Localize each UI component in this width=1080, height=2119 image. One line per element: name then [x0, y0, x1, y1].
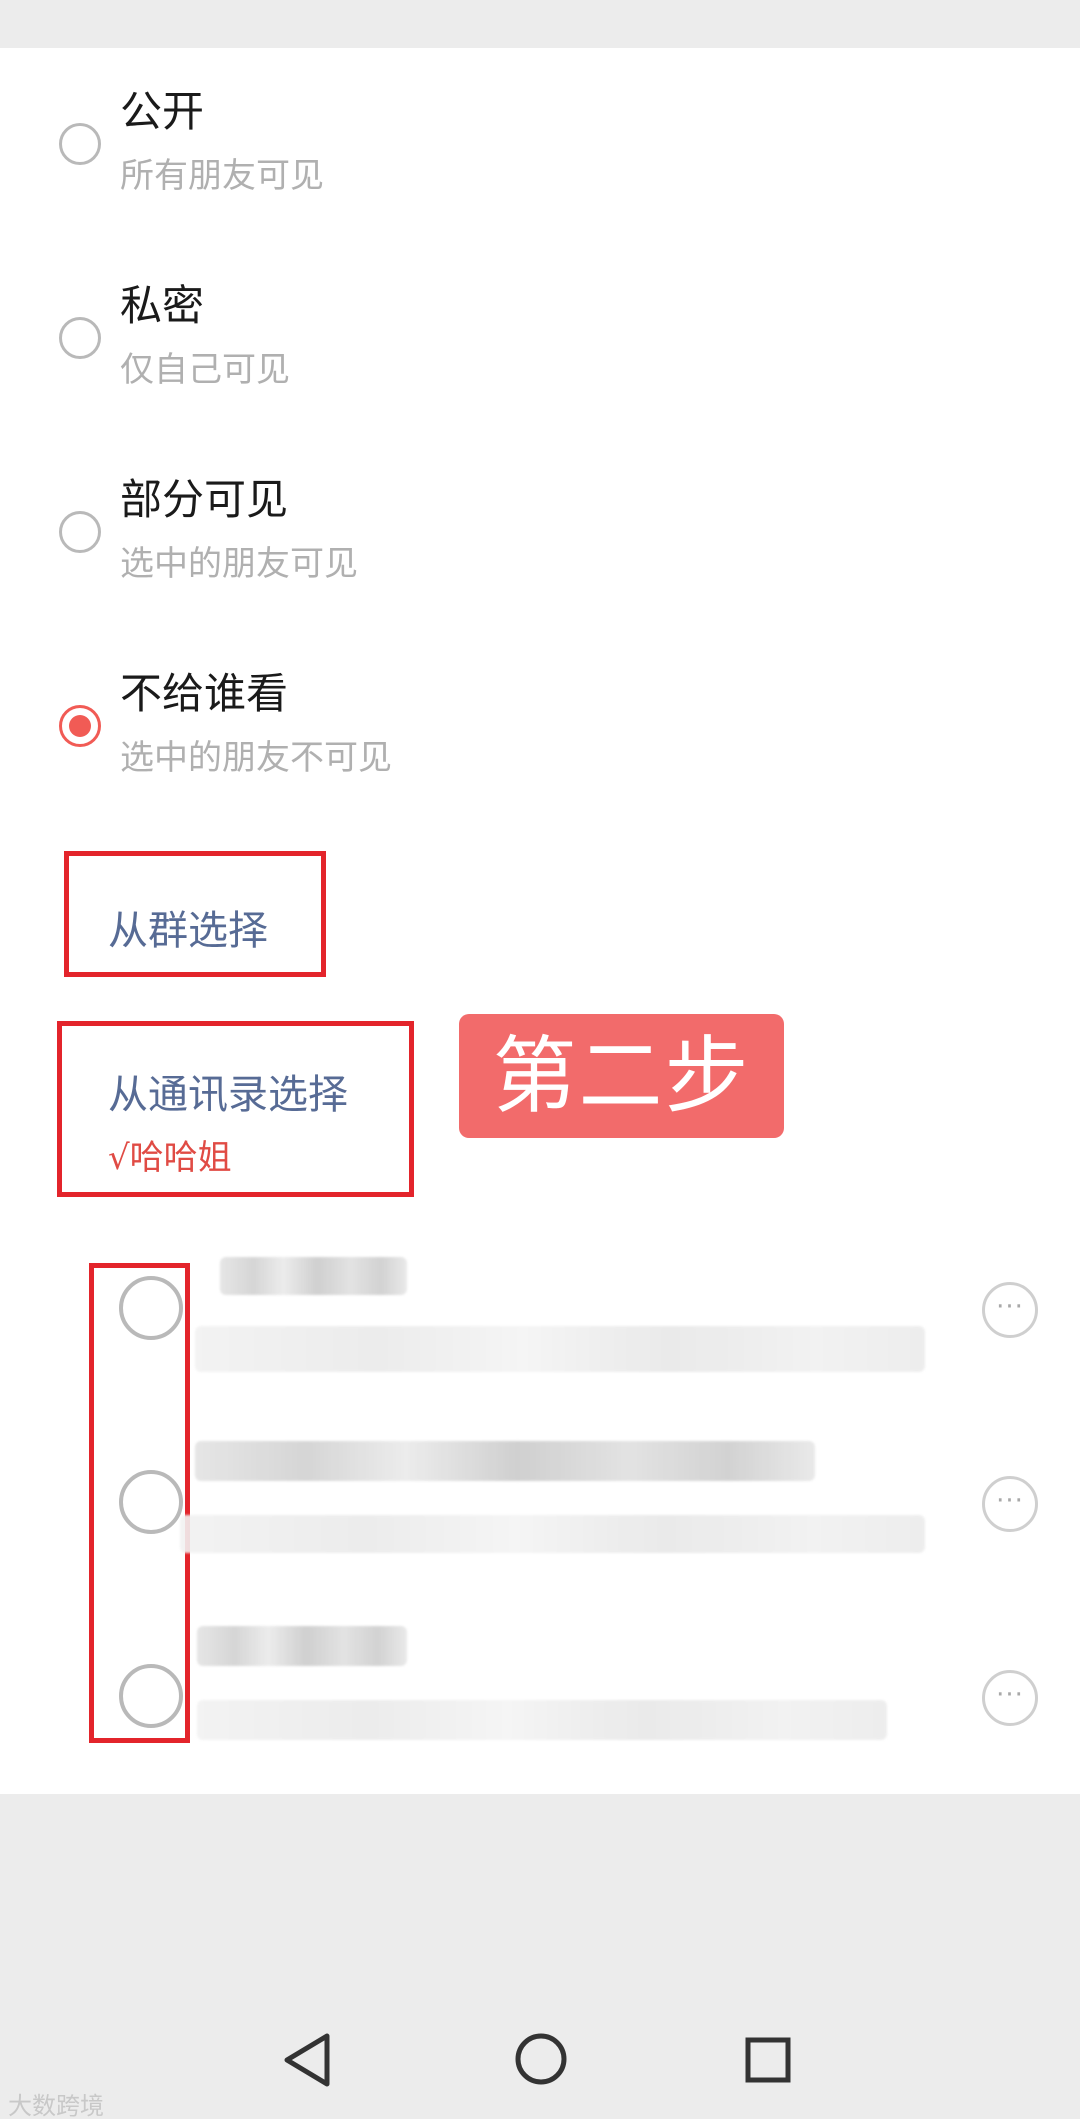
select-from-contacts-link[interactable]: 从通讯录选择 — [108, 1062, 348, 1120]
back-triangle-icon[interactable] — [282, 2030, 332, 2094]
contact-radio[interactable] — [119, 1276, 183, 1340]
select-from-group-link[interactable]: 从群选择 — [108, 898, 268, 956]
contact-radio[interactable] — [119, 1470, 183, 1534]
option-exclude[interactable]: 不给谁看 选中的朋友不可见 — [0, 630, 1080, 820]
option-subtitle: 仅自己可见 — [120, 350, 290, 390]
recents-square-icon[interactable] — [745, 2037, 791, 2087]
option-public[interactable]: 公开 所有朋友可见 — [0, 48, 1080, 238]
more-icon[interactable]: ··· — [982, 1476, 1038, 1532]
option-title: 公开 — [120, 87, 205, 136]
blurred-contact-name — [220, 1257, 407, 1295]
option-partial[interactable]: 部分可见 选中的朋友可见 — [0, 436, 1080, 626]
step-badge: 第二步 — [459, 1014, 784, 1138]
blurred-contact-name — [195, 1441, 815, 1481]
watermark: 大数跨境 — [8, 2092, 104, 2119]
option-private[interactable]: 私密 仅自己可见 — [0, 242, 1080, 432]
radio-exclude-selected[interactable] — [59, 705, 101, 747]
option-title: 部分可见 — [120, 475, 289, 524]
contact-radio[interactable] — [119, 1664, 183, 1728]
option-subtitle: 选中的朋友不可见 — [120, 738, 392, 778]
blurred-contact-name — [197, 1626, 407, 1666]
selected-contact-label: √哈哈姐 — [108, 1138, 232, 1178]
option-subtitle: 所有朋友可见 — [120, 156, 324, 196]
more-icon[interactable]: ··· — [982, 1282, 1038, 1338]
option-title: 不给谁看 — [120, 669, 289, 718]
blurred-contact-detail — [180, 1515, 925, 1553]
radio-public[interactable] — [59, 123, 101, 165]
status-strip — [0, 0, 1080, 48]
blurred-contact-detail — [197, 1700, 887, 1740]
blurred-contact-detail — [195, 1326, 925, 1372]
more-icon[interactable]: ··· — [982, 1670, 1038, 1726]
option-subtitle: 选中的朋友可见 — [120, 544, 358, 584]
radio-private[interactable] — [59, 317, 101, 359]
radio-partial[interactable] — [59, 511, 101, 553]
option-title: 私密 — [120, 281, 205, 330]
home-circle-icon[interactable] — [514, 2032, 568, 2090]
